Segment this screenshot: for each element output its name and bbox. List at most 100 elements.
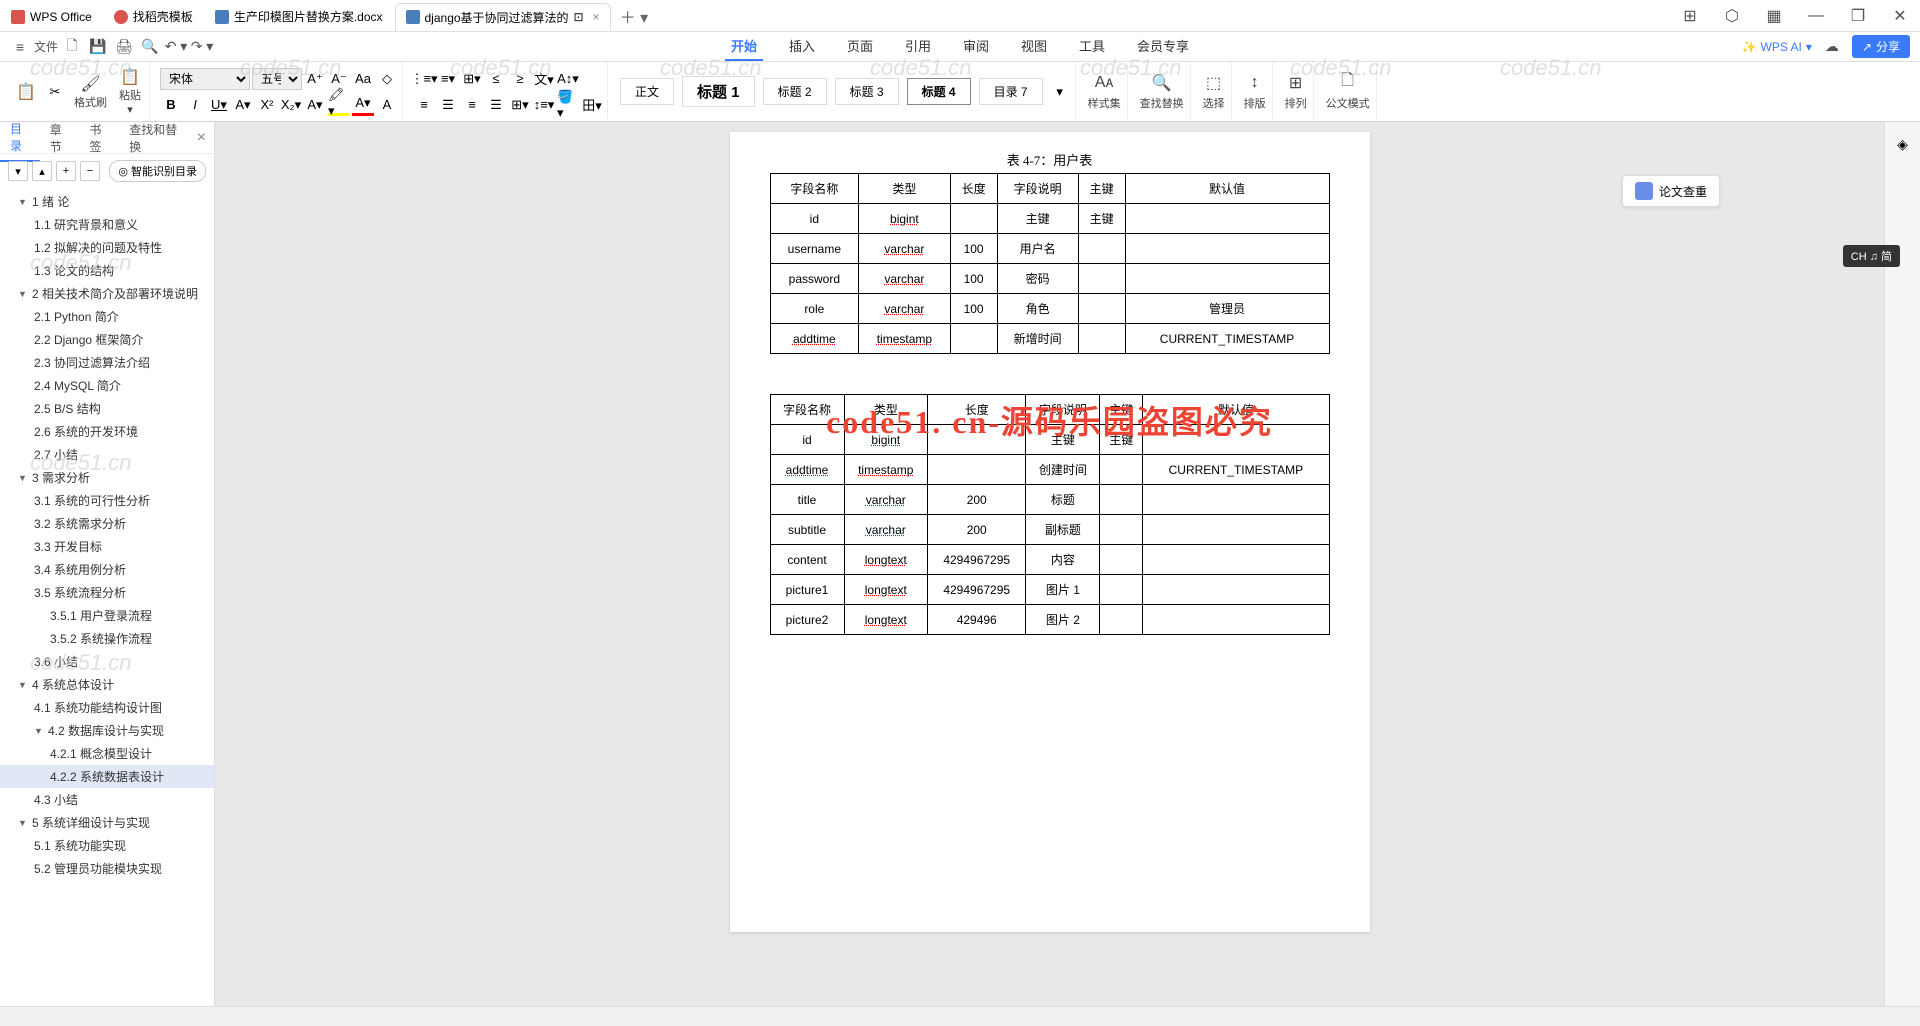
tree-item[interactable]: 2.2 Django 框架简介 (0, 328, 214, 351)
qat-preview-icon[interactable]: 🔍 (138, 35, 162, 59)
inc-indent-button[interactable]: ≥ (509, 68, 531, 90)
menu-view[interactable]: 视图 (1015, 32, 1053, 61)
titlebar-icon2[interactable]: ⬡ (1718, 4, 1746, 28)
document-area[interactable]: 表 4-7：用户表 字段名称类型长度字段说明主键默认值idbigint主键主键u… (215, 122, 1884, 1006)
tree-item[interactable]: 2.3 协同过滤算法介绍 (0, 351, 214, 374)
wps-ai-button[interactable]: ✨ WPS AI ▾ (1742, 40, 1812, 54)
expand-icon[interactable]: ▼ (18, 818, 28, 828)
numbering-button[interactable]: ≡▾ (437, 68, 459, 90)
superscript-button[interactable]: X² (256, 94, 278, 116)
select-label[interactable]: 选择 (1203, 95, 1225, 111)
change-case-icon[interactable]: Aa (352, 68, 374, 90)
italic-button[interactable]: I (184, 94, 206, 116)
tree-item[interactable]: ▼4.2 数据库设计与实现 (0, 719, 214, 742)
smart-toc-button[interactable]: ◎ 智能识别目录 (109, 160, 206, 182)
nav-close-icon[interactable]: × (189, 129, 214, 147)
qat-print-icon[interactable]: 🖨 (112, 35, 136, 59)
multilevel-button[interactable]: ⊞▾ (461, 68, 483, 90)
menu-insert[interactable]: 插入 (783, 32, 821, 61)
tree-item[interactable]: 3.6 小结 (0, 650, 214, 673)
style-h4[interactable]: 标题 4 (907, 78, 971, 105)
highlight-button[interactable]: 🖍▾ (328, 94, 350, 116)
underline-button[interactable]: U▾ (208, 94, 230, 116)
arrange-label[interactable]: 排列 (1285, 95, 1307, 111)
asian-layout-button[interactable]: 文▾ (533, 68, 555, 90)
tree-item[interactable]: ▼3 需求分析 (0, 466, 214, 489)
tree-item[interactable]: 4.2.2 系统数据表设计 (0, 765, 214, 788)
strike-button[interactable]: A▾ (232, 94, 254, 116)
tab-doc2-active[interactable]: django基于协同过滤算法的⊡× (395, 3, 611, 31)
tab-add-button[interactable]: ＋ ▾ (612, 4, 656, 28)
share-button[interactable]: ↗ 分享 (1852, 35, 1910, 58)
tab-more-icon[interactable]: ⊡ (574, 10, 584, 24)
expand-icon[interactable]: ▼ (34, 726, 44, 736)
expand-icon[interactable]: ▼ (18, 680, 28, 690)
sort-label[interactable]: 排版 (1244, 95, 1266, 111)
sort-button[interactable]: A↕▾ (557, 68, 579, 90)
tree-item[interactable]: 3.5.2 系统操作流程 (0, 627, 214, 650)
tree-item[interactable]: 3.3 开发目标 (0, 535, 214, 558)
styleset-label[interactable]: 样式集 (1088, 95, 1121, 111)
qat-redo-icon[interactable]: ↷ ▾ (190, 35, 214, 59)
window-minimize[interactable]: ― (1802, 4, 1830, 28)
tree-item[interactable]: 4.3 小结 (0, 788, 214, 811)
style-body[interactable]: 正文 (620, 78, 674, 105)
align-justify-button[interactable]: ☰ (485, 94, 507, 116)
tab-doc1[interactable]: 生产印模图片替换方案.docx (205, 3, 393, 31)
font-size-select[interactable]: 五号 (252, 68, 302, 90)
qat-new-icon[interactable]: 🗋 (60, 35, 84, 59)
tree-item[interactable]: 2.5 B/S 结构 (0, 397, 214, 420)
app-menu-icon[interactable]: ≡ (8, 35, 32, 59)
tree-item[interactable]: 3.1 系统的可行性分析 (0, 489, 214, 512)
copy-button[interactable]: 📋 (12, 80, 40, 104)
rside-collapse-icon[interactable]: ◈ (1889, 130, 1917, 158)
align-center-button[interactable]: ☰ (437, 94, 459, 116)
font-color-button[interactable]: A▾ (352, 94, 374, 116)
expand-icon[interactable]: ▼ (18, 197, 28, 207)
tree-item[interactable]: 3.5 系统流程分析 (0, 581, 214, 604)
window-close[interactable]: ✕ (1886, 4, 1914, 28)
expand-icon[interactable]: ▼ (18, 473, 28, 483)
titlebar-icon1[interactable]: ⊞ (1676, 4, 1704, 28)
char-shading-button[interactable]: A (376, 94, 398, 116)
style-h2[interactable]: 标题 2 (763, 78, 827, 105)
menu-ref[interactable]: 引用 (899, 32, 937, 61)
qat-undo-icon[interactable]: ↶ ▾ (164, 35, 188, 59)
shading-button[interactable]: 🪣▾ (557, 94, 579, 116)
tree-item[interactable]: 2.7 小结 (0, 443, 214, 466)
styles-more-icon[interactable]: ▾ (1049, 81, 1071, 103)
file-menu[interactable]: 文件 (34, 35, 58, 59)
paper-check-button[interactable]: 论文查重 (1622, 175, 1720, 207)
tree-item[interactable]: 3.4 系统用例分析 (0, 558, 214, 581)
expand-icon[interactable]: ▼ (18, 289, 28, 299)
tree-item[interactable]: 1.1 研究背景和意义 (0, 213, 214, 236)
tree-item[interactable]: 2.6 系统的开发环境 (0, 420, 214, 443)
format-painter[interactable]: 🖌格式刷 (70, 72, 111, 112)
bold-button[interactable]: B (160, 94, 182, 116)
menu-page[interactable]: 页面 (841, 32, 879, 61)
tree-item[interactable]: 3.2 系统需求分析 (0, 512, 214, 535)
tree-item[interactable]: 4.1 系统功能结构设计图 (0, 696, 214, 719)
nav-plus-icon[interactable]: + (56, 161, 76, 181)
tree-item[interactable]: 1.2 拟解决的问题及特性 (0, 236, 214, 259)
menu-start[interactable]: 开始 (725, 32, 763, 61)
titlebar-icon3[interactable]: ▦ (1760, 4, 1788, 28)
tree-item[interactable]: 4.2.1 概念模型设计 (0, 742, 214, 765)
gov-label[interactable]: 公文模式 (1326, 95, 1370, 111)
nav-up-icon[interactable]: ▴ (32, 161, 52, 181)
style-h1[interactable]: 标题 1 (682, 76, 755, 107)
style-h3[interactable]: 标题 3 (835, 78, 899, 105)
tree-item[interactable]: ▼1 绪 论 (0, 190, 214, 213)
qat-save-icon[interactable]: 💾 (86, 35, 110, 59)
tree-item[interactable]: 5.1 系统功能实现 (0, 834, 214, 857)
find-replace-label[interactable]: 查找替换 (1140, 95, 1184, 111)
clear-format-icon[interactable]: ◇ (376, 68, 398, 90)
tree-item[interactable]: ▼2 相关技术简介及部署环境说明 (0, 282, 214, 305)
distribute-button[interactable]: ⊞▾ (509, 94, 531, 116)
align-left-button[interactable]: ≡ (413, 94, 435, 116)
tree-item[interactable]: 3.5.1 用户登录流程 (0, 604, 214, 627)
style-toc7[interactable]: 目录 7 (979, 78, 1043, 105)
line-spacing-button[interactable]: ↕≡▾ (533, 94, 555, 116)
cloud-icon[interactable]: ☁ (1820, 35, 1844, 59)
tree-item[interactable]: 5.2 管理员功能模块实现 (0, 857, 214, 880)
